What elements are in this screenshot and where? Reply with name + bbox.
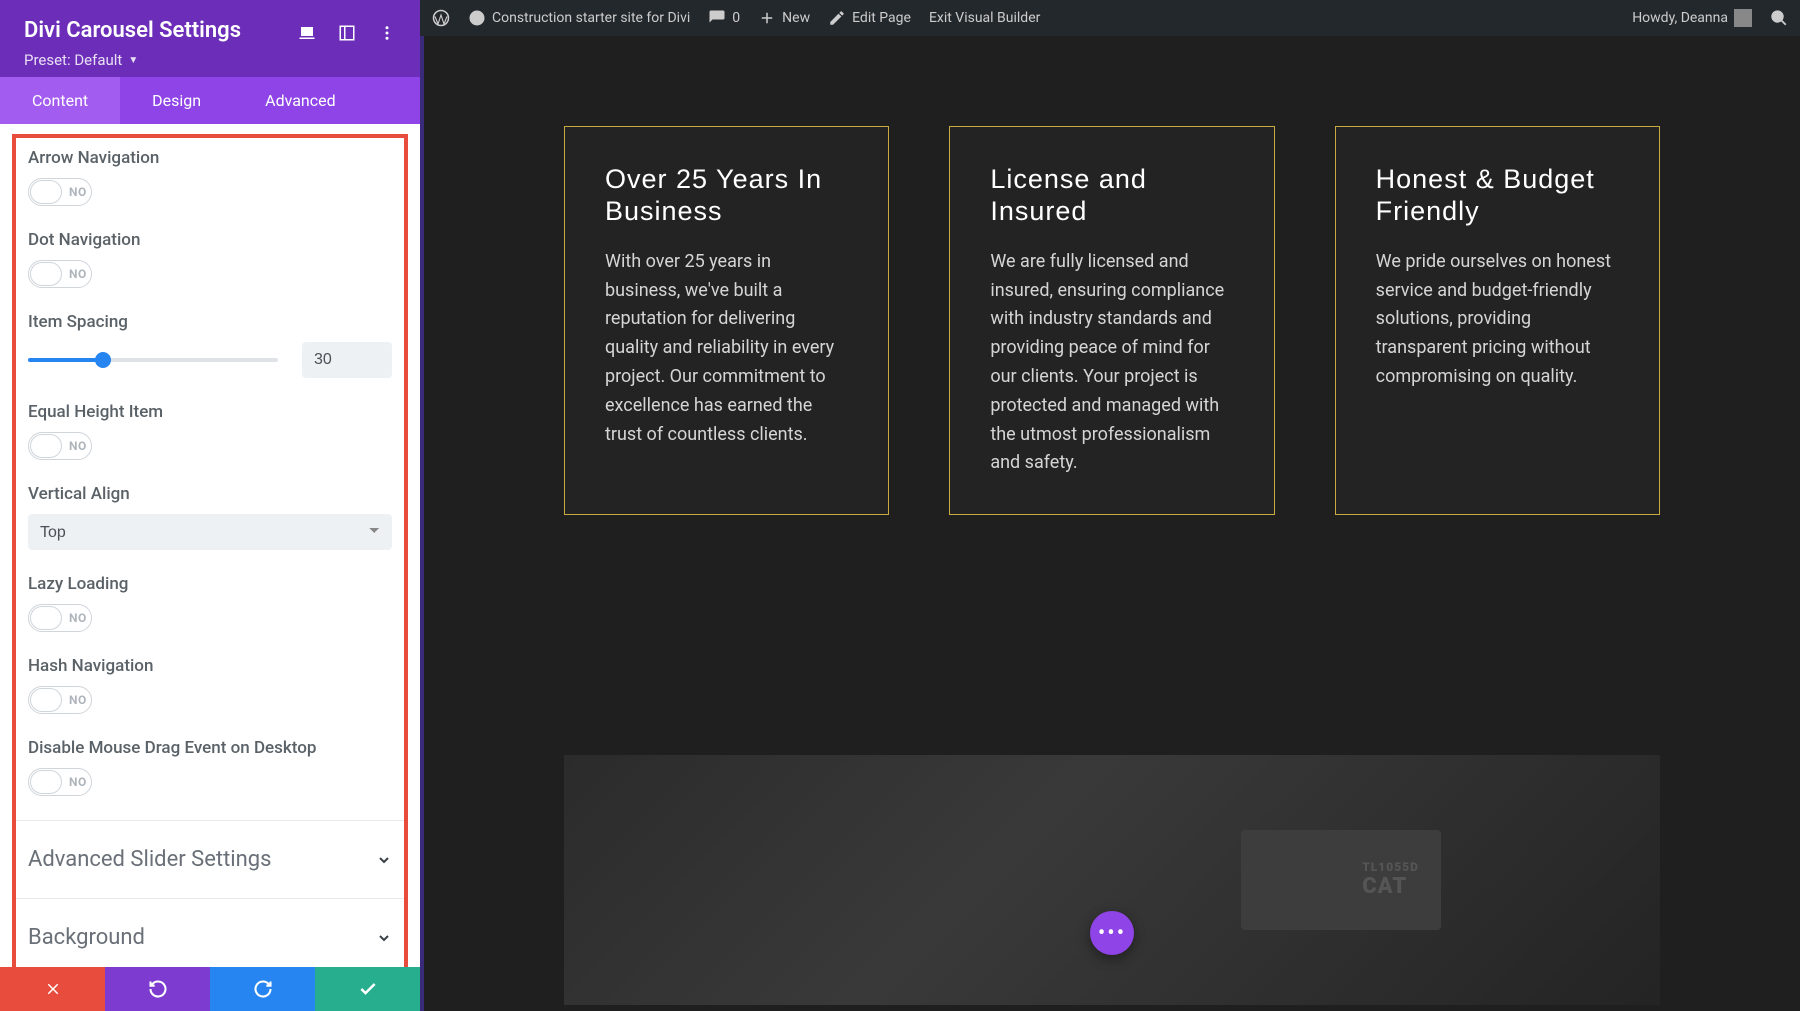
feature-cards-row: Over 25 Years In Business With over 25 y… [424, 36, 1800, 575]
tab-advanced[interactable]: Advanced [233, 77, 368, 124]
footer-actions [0, 967, 420, 1011]
page-canvas: Over 25 Years In Business With over 25 y… [420, 36, 1800, 1011]
hero-image: TL1055D CAT ••• [564, 755, 1660, 1005]
site-name-link[interactable]: Construction starter site for Divi [468, 9, 690, 27]
disable-drag-toggle[interactable]: NO [28, 768, 92, 796]
equal-height-toggle[interactable]: NO [28, 432, 92, 460]
sidebar-header: Divi Carousel Settings Preset: Default▼ [0, 0, 420, 77]
responsive-icon[interactable] [298, 24, 316, 42]
vertical-align-label: Vertical Align [28, 484, 392, 504]
advanced-slider-section[interactable]: Advanced Slider Settings [28, 829, 392, 890]
card-title: License and Insured [990, 163, 1233, 228]
lazy-loading-toggle[interactable]: NO [28, 604, 92, 632]
card-body: With over 25 years in business, we've bu… [605, 248, 848, 450]
wp-logo[interactable] [432, 9, 450, 27]
tab-content[interactable]: Content [0, 77, 120, 124]
expand-icon[interactable] [338, 24, 356, 42]
comments-link[interactable]: 0 [708, 9, 740, 27]
card-body: We pride ourselves on honest service and… [1376, 248, 1619, 392]
exit-vb-link[interactable]: Exit Visual Builder [929, 10, 1040, 26]
card-title: Honest & Budget Friendly [1376, 163, 1619, 228]
tab-design[interactable]: Design [120, 77, 233, 124]
card-body: We are fully licensed and insured, ensur… [990, 248, 1233, 478]
arrow-navigation-toggle[interactable]: NO [28, 178, 92, 206]
close-button[interactable] [0, 967, 105, 1011]
background-section[interactable]: Background [28, 907, 392, 967]
chevron-down-icon [376, 930, 392, 946]
hash-navigation-label: Hash Navigation [28, 656, 392, 676]
feature-card: License and Insured We are fully license… [949, 126, 1274, 515]
undo-button[interactable] [105, 967, 210, 1011]
settings-tabs: Content Design Advanced [0, 77, 420, 124]
item-spacing-input[interactable] [302, 342, 392, 378]
search-icon[interactable] [1770, 9, 1788, 27]
new-link[interactable]: New [758, 9, 810, 27]
item-spacing-label: Item Spacing [28, 312, 392, 332]
settings-sidebar: Divi Carousel Settings Preset: Default▼ … [0, 0, 420, 1011]
hash-navigation-toggle[interactable]: NO [28, 686, 92, 714]
equipment-brand: TL1055D CAT [1362, 860, 1419, 899]
save-button[interactable] [315, 967, 420, 1011]
preview-pane: Construction starter site for Divi 0 New… [420, 0, 1800, 1011]
vertical-align-select[interactable]: Top [28, 514, 392, 550]
dot-navigation-label: Dot Navigation [28, 230, 392, 250]
edit-page-link[interactable]: Edit Page [828, 9, 911, 27]
disable-drag-label: Disable Mouse Drag Event on Desktop [28, 738, 392, 758]
item-spacing-slider[interactable] [28, 358, 278, 362]
user-greeting[interactable]: Howdy, Deanna [1632, 9, 1752, 27]
redo-button[interactable] [210, 967, 315, 1011]
card-title: Over 25 Years In Business [605, 163, 848, 228]
avatar [1734, 9, 1752, 27]
feature-card: Over 25 Years In Business With over 25 y… [564, 126, 889, 515]
settings-body: Arrow Navigation NO Dot Navigation NO It… [0, 124, 420, 967]
highlighted-settings: Arrow Navigation NO Dot Navigation NO It… [12, 134, 408, 967]
chevron-down-icon [376, 852, 392, 868]
arrow-navigation-label: Arrow Navigation [28, 148, 392, 168]
dot-navigation-toggle[interactable]: NO [28, 260, 92, 288]
wp-admin-bar: Construction starter site for Divi 0 New… [420, 0, 1800, 36]
module-title: Divi Carousel Settings [24, 18, 298, 43]
equal-height-label: Equal Height Item [28, 402, 392, 422]
preset-dropdown[interactable]: Preset: Default▼ [24, 51, 298, 69]
more-icon[interactable] [378, 24, 396, 42]
feature-card: Honest & Budget Friendly We pride oursel… [1335, 126, 1660, 515]
lazy-loading-label: Lazy Loading [28, 574, 392, 594]
module-actions-fab[interactable]: ••• [1090, 911, 1134, 955]
